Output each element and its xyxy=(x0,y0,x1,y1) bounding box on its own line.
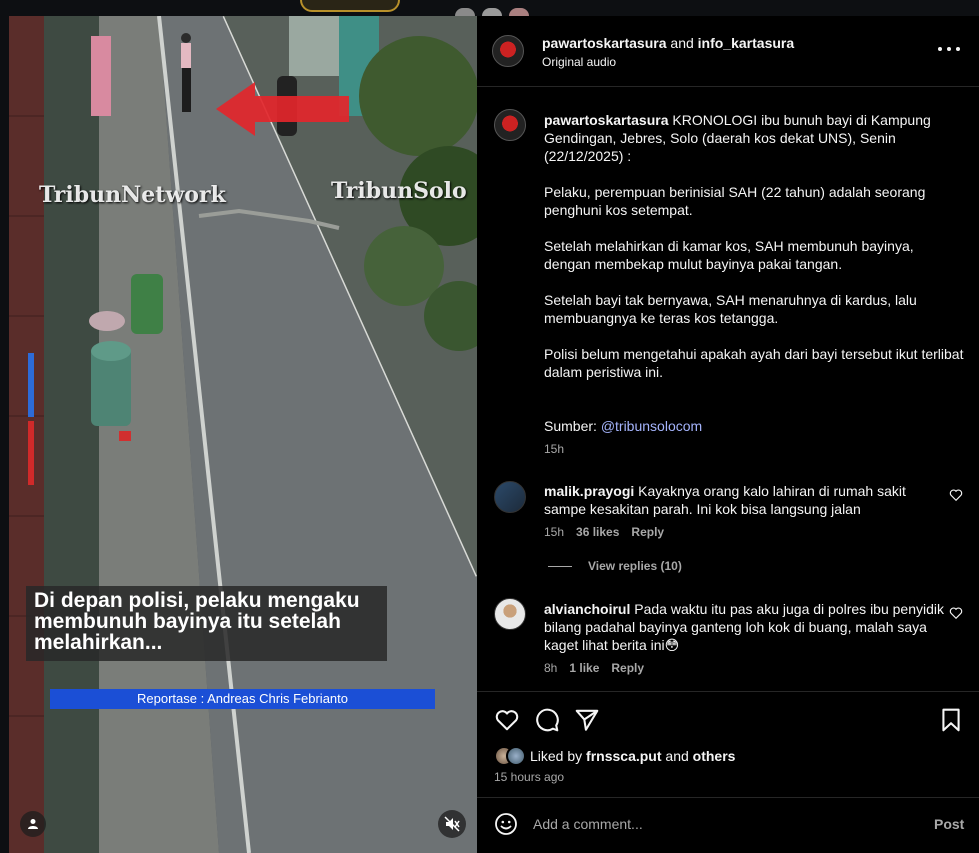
more-options-button[interactable] xyxy=(938,42,960,56)
caption-paragraph: Polisi belum mengetahui apakah ayah dari… xyxy=(544,346,964,380)
caption-time: 15h xyxy=(544,442,564,456)
liker-avatar[interactable] xyxy=(506,746,526,766)
liked-by-user[interactable]: frnssca.put xyxy=(586,748,661,764)
tagged-users-button[interactable] xyxy=(20,811,46,837)
bookmark-icon[interactable] xyxy=(938,707,964,733)
user-icon xyxy=(28,819,38,829)
comment: malik.prayogi Kayaknya orang kalo lahira… xyxy=(544,482,944,518)
avatar-fragment xyxy=(482,8,502,16)
comment-time[interactable]: 8h xyxy=(544,661,557,675)
author-link[interactable]: info_kartasura xyxy=(698,35,794,51)
caption-line: melahirkan... xyxy=(34,631,163,654)
post-comment-button[interactable]: Post xyxy=(934,816,964,832)
caption-paragraph: Setelah bayi tak bernyawa, SAH menaruhny… xyxy=(544,292,917,326)
share-icon[interactable] xyxy=(574,707,600,733)
author-avatar[interactable] xyxy=(492,35,524,67)
top-strip xyxy=(0,0,979,16)
liked-by-joiner: and xyxy=(665,748,689,764)
comment-likes[interactable]: 1 like xyxy=(569,661,599,675)
caption-paragraph: Setelah melahirkan di kamar kos, SAH mem… xyxy=(544,238,914,272)
caption-source: Sumber: @tribunsolocom xyxy=(544,417,964,435)
caption-avatar[interactable] xyxy=(494,109,526,141)
commenter-avatar[interactable] xyxy=(494,481,526,513)
comment-username[interactable]: alvianchoirul xyxy=(544,601,630,617)
source-label: Sumber: xyxy=(544,418,597,434)
header-divider xyxy=(477,86,979,87)
authors-joiner: and xyxy=(670,35,694,51)
heart-icon[interactable] xyxy=(949,606,963,620)
watermark-tribun-network: TribunNetwork xyxy=(39,182,226,208)
avatar-fragment xyxy=(455,8,475,16)
heart-icon[interactable] xyxy=(494,707,520,733)
cctv-scene xyxy=(9,16,477,853)
liked-by-others[interactable]: others xyxy=(693,748,736,764)
comment-username[interactable]: malik.prayogi xyxy=(544,483,634,499)
reportase-banner: Reportase : Andreas Chris Febrianto xyxy=(50,689,435,709)
view-replies-button[interactable]: View replies (10) xyxy=(548,559,682,573)
progress-marker-blue xyxy=(28,353,34,417)
liked-by-prefix: Liked by xyxy=(530,748,583,764)
actions-divider xyxy=(477,691,979,692)
caption-username[interactable]: pawartoskartasura xyxy=(544,112,669,128)
replies-line xyxy=(548,565,572,567)
comment-icon[interactable] xyxy=(534,707,560,733)
caption-timestamp[interactable]: 15h xyxy=(544,442,564,456)
heart-icon[interactable] xyxy=(949,488,963,502)
view-replies-label: View replies (10) xyxy=(588,559,682,573)
post-caption: pawartoskartasura KRONOLOGI ibu bunuh ba… xyxy=(544,111,964,165)
liked-by-row: Liked by frnssca.put and others xyxy=(494,746,735,766)
caption-line: Di depan polisi, pelaku mengaku xyxy=(34,589,360,612)
comment-time[interactable]: 15h xyxy=(544,525,564,539)
commenter-avatar[interactable] xyxy=(494,598,526,630)
progress-marker-red xyxy=(28,421,34,485)
post-panel: pawartoskartasura and info_kartasura Ori… xyxy=(477,16,979,853)
avatar-fragment xyxy=(509,8,529,16)
comment-input[interactable] xyxy=(533,813,913,835)
mute-icon xyxy=(444,816,460,832)
comment-box-divider xyxy=(477,797,979,798)
author-link[interactable]: pawartoskartasura xyxy=(542,35,667,51)
comment-meta: 15h 36 likes Reply xyxy=(544,525,664,539)
comment-meta: 8h 1 like Reply xyxy=(544,661,644,675)
comment-likes[interactable]: 36 likes xyxy=(576,525,619,539)
comment: alvianchoirul Pada waktu itu pas aku jug… xyxy=(544,600,944,654)
caption-paragraph: Pelaku, perempuan berinisial SAH (22 tah… xyxy=(544,184,926,218)
video-caption: Di depan polisi, pelaku mengaku membunuh… xyxy=(26,586,387,661)
emoji-icon[interactable] xyxy=(494,812,518,836)
reply-button[interactable]: Reply xyxy=(611,661,644,675)
caption-line: membunuh bayinya itu setelah xyxy=(34,610,341,633)
reply-button[interactable]: Reply xyxy=(631,525,664,539)
video-player[interactable]: TribunNetwork TribunSolo Di depan polisi… xyxy=(9,16,477,853)
mute-button[interactable] xyxy=(438,810,466,838)
post-authors: pawartoskartasura and info_kartasura xyxy=(542,35,794,51)
audio-label[interactable]: Original audio xyxy=(542,55,616,69)
post-time[interactable]: 15 hours ago xyxy=(494,770,564,784)
watermark-tribun-solo: TribunSolo xyxy=(331,178,467,204)
source-link[interactable]: @tribunsolocom xyxy=(601,418,702,434)
story-ring-fragment xyxy=(300,0,400,12)
more-icon xyxy=(938,47,942,51)
